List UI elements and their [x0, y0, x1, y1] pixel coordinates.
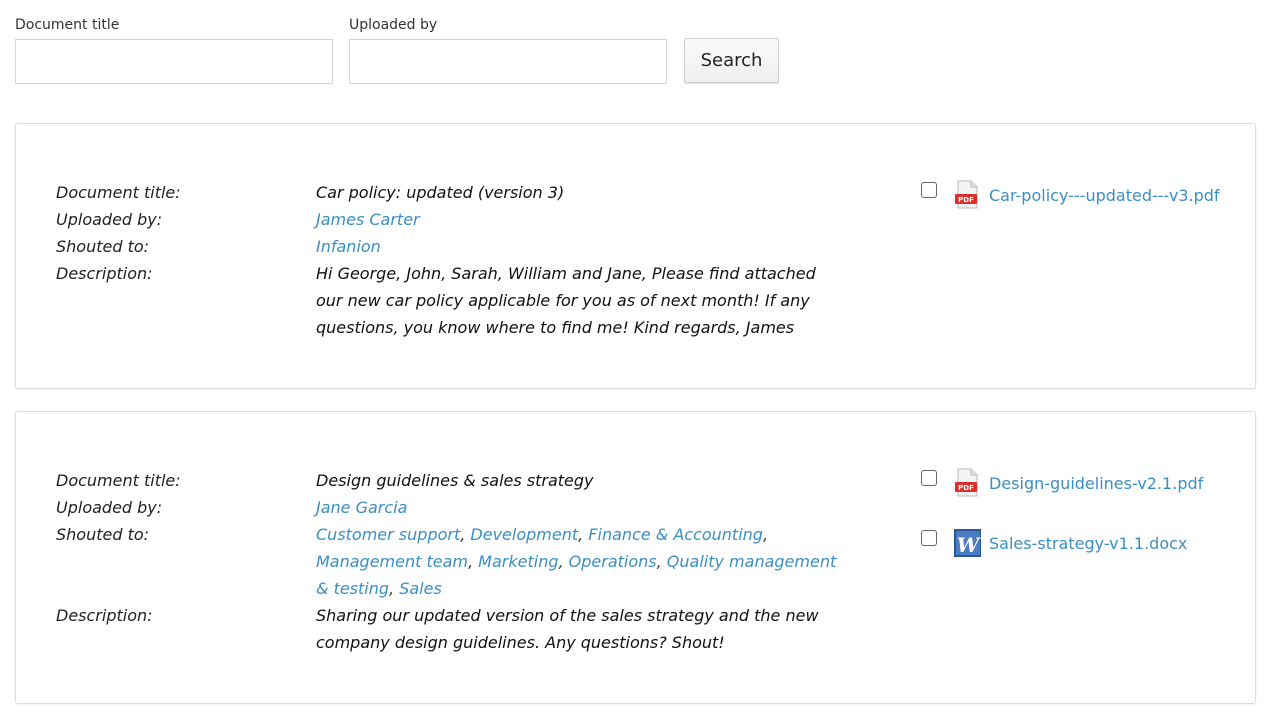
description-row: Description: Sharing our updated version… [56, 602, 846, 656]
document-description: Sharing our updated version of the sales… [316, 606, 819, 652]
group-link[interactable]: Sales [399, 579, 442, 598]
title-filter: Document title [15, 17, 333, 84]
file-link[interactable]: Car-policy---updated---v3.pdf [989, 186, 1220, 205]
uploader-filter-label: Uploaded by [349, 17, 438, 33]
svg-text:W: W [957, 533, 981, 557]
group-link[interactable]: Development [470, 525, 578, 544]
description-label: Description [56, 264, 148, 283]
title-row: Document title: Car policy: updated (ver… [56, 179, 846, 206]
file-link[interactable]: Sales-strategy-v1.1.docx [989, 534, 1187, 553]
uploader-filter-input[interactable] [349, 39, 667, 84]
group-link[interactable]: Infanion [316, 237, 381, 256]
file-checkbox[interactable] [921, 530, 937, 546]
group-link[interactable]: Finance & Accounting [588, 525, 763, 544]
uploader-link[interactable]: James Carter [316, 210, 420, 229]
shouted-to-label: Shouted to [56, 525, 144, 544]
file-checkbox[interactable] [921, 470, 937, 486]
uploaded-by-row: Uploaded by: James Carter [56, 210, 420, 229]
file-list: PDF Design-guidelines-v2.1.pdf W Sales-s… [921, 467, 1203, 587]
file-checkbox[interactable] [921, 182, 937, 198]
search-bar: Document title Uploaded by Search [15, 17, 779, 84]
uploader-link[interactable]: Jane Garcia [316, 498, 407, 517]
shouted-to-label: Shouted to [56, 237, 144, 256]
document-card: Document title: Design guidelines & sale… [15, 411, 1256, 704]
title-label: Document title [56, 471, 176, 490]
pdf-icon: PDF [955, 180, 978, 209]
file-item: W Sales-strategy-v1.1.docx [921, 527, 1203, 559]
shouted-to-row: Shouted to: Customer support, Developmen… [56, 521, 846, 602]
document-title: Design guidelines & sales strategy [316, 471, 594, 490]
shouted-to-row: Shouted to: Infanion [56, 237, 381, 256]
svg-text:PDF: PDF [958, 484, 974, 492]
svg-text:PDF: PDF [958, 196, 974, 204]
file-list: PDF Car-policy---updated---v3.pdf [921, 179, 1220, 239]
uploaded-by-label: Uploaded by [56, 498, 157, 517]
group-links: Customer support, Development, Finance &… [316, 525, 837, 598]
file-item: PDF Car-policy---updated---v3.pdf [921, 179, 1220, 211]
file-link[interactable]: Design-guidelines-v2.1.pdf [989, 474, 1203, 493]
group-link[interactable]: Management team [316, 552, 468, 571]
document-description: Hi George, John, Sarah, William and Jane… [316, 264, 816, 337]
title-row: Document title: Design guidelines & sale… [56, 467, 846, 494]
uploader-filter: Uploaded by [349, 17, 667, 84]
file-item: PDF Design-guidelines-v2.1.pdf [921, 467, 1203, 499]
document-meta: Document title: Design guidelines & sale… [56, 467, 846, 656]
word-icon: W [954, 529, 981, 557]
uploaded-by-label: Uploaded by [56, 210, 157, 229]
uploaded-by-row: Uploaded by: Jane Garcia [56, 498, 408, 517]
pdf-icon: PDF [955, 468, 978, 497]
document-title: Car policy: updated (version 3) [316, 183, 565, 202]
description-row: Description: Hi George, John, Sarah, Wil… [56, 260, 846, 341]
description-label: Description [56, 606, 148, 625]
title-label: Document title [56, 183, 176, 202]
document-card: Document title: Car policy: updated (ver… [15, 123, 1256, 389]
title-filter-label: Document title [15, 17, 120, 33]
search-button[interactable]: Search [684, 38, 779, 83]
group-link[interactable]: Marketing [478, 552, 558, 571]
title-filter-input[interactable] [15, 39, 333, 84]
group-link[interactable]: Customer support [316, 525, 460, 544]
document-meta: Document title: Car policy: updated (ver… [56, 179, 846, 341]
group-link[interactable]: Operations [569, 552, 657, 571]
